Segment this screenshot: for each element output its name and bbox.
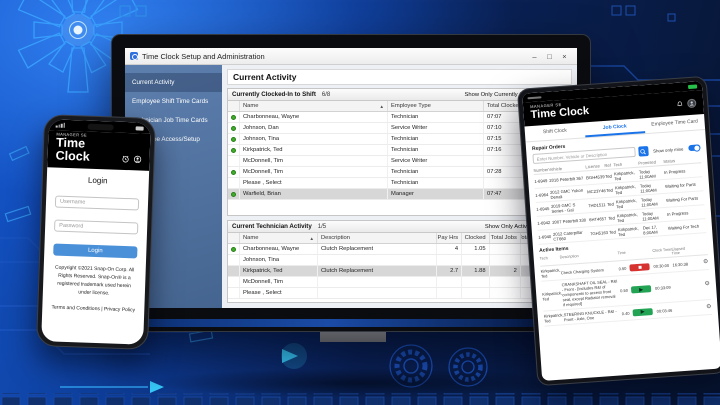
table-row[interactable]: Johnson, Tina Technician 07:15 (228, 134, 564, 145)
sidebar-item-current-activity[interactable]: Current Activity (125, 73, 222, 92)
col-description[interactable]: Description (318, 233, 437, 243)
technician-panel: Current Technician Activity 1/5 Show Onl… (227, 220, 572, 303)
table-row-selected[interactable]: Warfield, Brian Manager 07:47 (228, 189, 564, 200)
technician-panel-title: Current Technician Activity (232, 223, 312, 230)
shift-panel-title: Currently Clocked-In to Shift (232, 91, 316, 98)
clocked-in-indicator (231, 191, 236, 197)
maximize-button[interactable]: □ (542, 52, 557, 61)
shift-table-header: Name ▲ Employee Type Total Clocked (228, 101, 564, 112)
page-title: Current Activity (227, 69, 572, 85)
table-row[interactable]: Please , Select Technician (228, 178, 564, 189)
password-input[interactable] (53, 219, 139, 235)
footer-links[interactable]: Terms and Conditions | Privacy Policy (51, 305, 135, 314)
desktop-monitor: Time Clock Setup and Administration – □ … (111, 34, 591, 332)
col-total-jobs[interactable]: Total Jobs (490, 233, 521, 243)
gear-icon[interactable]: ⚙ (695, 304, 712, 313)
gear-icon[interactable]: ⚙ (694, 281, 710, 290)
monitor-shadow (150, 368, 570, 398)
phone-app-header: MANAGER SE Time Clock (47, 130, 151, 172)
play-icon (640, 310, 645, 315)
technician-panel-header: Current Technician Activity 1/5 Show Onl… (228, 221, 571, 233)
username-input[interactable] (54, 195, 140, 211)
start-timer-button[interactable] (630, 285, 652, 294)
search-button[interactable] (637, 146, 649, 157)
signal-icon (55, 122, 65, 128)
clock-icon[interactable] (121, 155, 129, 163)
profile-icon[interactable] (133, 156, 142, 164)
clocked-in-indicator (231, 136, 236, 142)
stop-timer-button[interactable] (629, 263, 650, 272)
desktop-screen: Time Clock Setup and Administration – □ … (125, 48, 577, 308)
stop-icon (637, 265, 642, 269)
avatar[interactable] (686, 98, 697, 109)
phone-login-form: Login Login Copyright ©2021 Snap-On Corp… (41, 168, 149, 345)
clocked-in-indicator (231, 169, 236, 175)
tablet-screen: MANAGER SE Time Clock Shift Clock Job Cl… (522, 81, 720, 381)
col-employee-type[interactable]: Employee Type (388, 101, 484, 111)
monitor-bezel-reflection (122, 319, 580, 327)
clocked-in-indicator (231, 147, 236, 153)
clocked-in-indicator (231, 114, 236, 120)
sort-asc-icon: ▲ (309, 235, 314, 241)
table-row[interactable]: Kirkpatrick, Ted Technician 07:16 (228, 145, 564, 156)
technician-panel-count: 1/5 (317, 223, 327, 230)
job-clock-view: Repair Orders Show only mine Number Vehi… (526, 130, 720, 381)
person-icon (689, 101, 694, 106)
table-row-selected[interactable]: Kirkpatrick, Ted Clutch Replacement 2.7 1.8… (228, 266, 565, 277)
play-icon (639, 287, 644, 292)
phone-app-title: Time Clock (55, 135, 90, 164)
table-row[interactable]: Johnson, Tina (228, 255, 565, 266)
sort-asc-icon: ▲ (379, 103, 384, 109)
technician-table: Name ▲ Description Pay Hrs Clocked Total … (228, 233, 565, 302)
status-left-placeholder (527, 95, 542, 99)
table-row[interactable]: McDonnell, Tim Technician 07:28 (228, 167, 564, 178)
shift-panel-count: 6/8 (321, 91, 331, 98)
table-row[interactable]: McDonnell, Tim Service Writer (228, 156, 564, 167)
table-row[interactable]: Charbonneau, Wayne Technician 07:07 (228, 112, 564, 123)
timeclock-admin-window: Time Clock Setup and Administration – □ … (125, 48, 577, 308)
phone-device: MANAGER SE Time Clock Login Login Copyri… (35, 114, 157, 350)
col-pay-hrs[interactable]: Pay Hrs (437, 233, 463, 243)
battery-icon (135, 125, 144, 131)
tablet-app-title: Time Clock (530, 105, 590, 122)
copyright-text: Copyright ©2021 Snap-On Corp. All Rights… (54, 264, 135, 297)
camera-notch (87, 123, 114, 131)
close-button[interactable]: × (557, 52, 572, 61)
tablet-device: MANAGER SE Time Clock Shift Clock Job Cl… (516, 75, 720, 387)
col-name[interactable]: Name (243, 235, 258, 241)
marketing-composite: Time Clock Setup and Administration – □ … (0, 0, 720, 405)
battery-icon (687, 83, 698, 89)
show-only-mine-toggle[interactable] (688, 143, 701, 152)
table-row[interactable]: Johnson, Dan Service Writer 07:10 (228, 123, 564, 134)
sidebar-item-employee-shift-time-cards[interactable]: Employee Shift Time Cards (125, 92, 222, 111)
minimize-button[interactable]: – (527, 52, 542, 61)
start-timer-button[interactable] (632, 307, 653, 317)
phone-screen: MANAGER SE Time Clock Login Login Copyri… (41, 119, 151, 345)
clocked-in-indicator (231, 125, 236, 131)
window-title: Time Clock Setup and Administration (142, 51, 265, 61)
table-row[interactable]: Please , Select (228, 288, 565, 299)
col-clocked[interactable]: Clocked (462, 233, 490, 243)
login-heading: Login (87, 175, 108, 186)
bell-icon[interactable] (676, 101, 683, 108)
shift-table: Name ▲ Employee Type Total Clocked Charbo… (228, 101, 564, 215)
active-indicator (231, 246, 236, 252)
app-icon (130, 52, 138, 60)
window-titlebar: Time Clock Setup and Administration – □ … (125, 48, 577, 65)
show-only-mine-label: Show only mine (652, 146, 684, 154)
gear-icon[interactable]: ⚙ (692, 259, 709, 268)
search-icon (640, 148, 646, 154)
table-row[interactable]: Charbonneau, Wayne Clutch Replacement 4 1.0… (228, 244, 565, 255)
table-row[interactable]: McDonnell, Tim (228, 277, 565, 288)
login-button[interactable]: Login (53, 243, 138, 259)
col-name[interactable]: Name (243, 103, 258, 109)
technician-table-header: Name ▲ Description Pay Hrs Clocked Total … (228, 233, 565, 244)
